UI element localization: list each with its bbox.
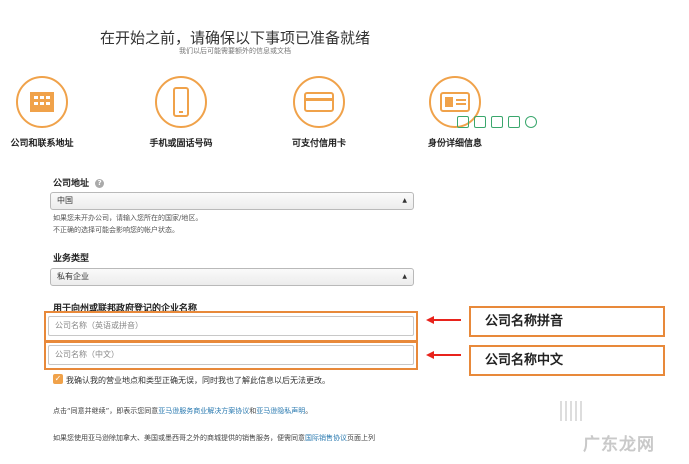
address-hint-2: 不正确的选择可能会影响您的帐户状态。: [53, 226, 179, 234]
phone-icon: [173, 87, 189, 117]
confirm-text: 我确认我的营业地点和类型正确无误，同时我也了解此信息以后无法更改。: [66, 376, 330, 385]
step-label: 身份详细信息: [427, 139, 482, 149]
step-company-address: 公司和联系地址: [0, 76, 92, 149]
callout-chinese: 公司名称中文: [469, 345, 665, 376]
credit-card-icon: [304, 92, 334, 112]
floating-toolbar: [443, 114, 551, 130]
share-icon[interactable]: [508, 116, 520, 128]
address-label: 公司地址 ?: [53, 176, 105, 189]
address-hint-1: 如果您未开办公司，请输入您所在的国家/地区。: [53, 214, 203, 222]
step-credit-card: 可支付信用卡: [269, 76, 369, 149]
step-phone: 手机或固话号码: [131, 76, 231, 149]
credit-card-icon-circle: [293, 76, 345, 128]
fullscreen-icon[interactable]: [474, 116, 486, 128]
intl-sales-text-2: 页面上列: [347, 434, 375, 442]
building-icon: [30, 92, 54, 112]
address-label-text: 公司地址: [53, 179, 90, 189]
phone-view-icon[interactable]: [457, 116, 469, 128]
id-card-icon: [440, 92, 470, 112]
business-type-select[interactable]: 私有企业 ▲: [50, 268, 414, 286]
arrow-line-pinyin: [432, 319, 461, 321]
intl-sales-text: 如果您使用亚马逊除加拿大、美国或墨西哥之外的商城提供的销售服务，便需同意国际销售…: [53, 433, 375, 443]
address-select-value: 中国: [57, 196, 73, 205]
select-caret-icon: ▲: [402, 197, 407, 204]
step-label: 公司和联系地址: [10, 139, 74, 149]
page-subtitle: 我们以后可能需要额外的信息或文档: [179, 47, 291, 55]
intl-sales-link[interactable]: 国际销售协议: [305, 434, 347, 442]
settings-icon[interactable]: [525, 116, 537, 128]
agreement-text-3: 。: [305, 407, 313, 415]
page-title: 在开始之前，请确保以下事项已准备就绪: [99, 29, 370, 47]
step-label: 手机或固话号码: [149, 139, 213, 149]
building-icon-circle: [16, 76, 68, 128]
intl-sales-text-1: 如果您使用亚马逊除加拿大、美国或墨西哥之外的商城提供的销售服务，便需同意: [53, 434, 305, 442]
agreement-text-1: 点击“同意并继续”，即表示您同意: [53, 407, 159, 415]
agreement-text: 点击“同意并继续”，即表示您同意亚马逊服务商业解决方案协议和亚马逊隐私声明。: [53, 406, 312, 416]
watermark: 广东龙网: [583, 435, 655, 455]
save-icon[interactable]: [491, 116, 503, 128]
address-select[interactable]: 中国 ▲: [50, 192, 414, 210]
select-caret-icon: ▲: [402, 273, 407, 280]
watermark-logo: [560, 401, 584, 421]
step-label: 可支付信用卡: [291, 139, 346, 149]
help-icon[interactable]: ?: [95, 179, 105, 188]
confirm-checkbox[interactable]: ✓: [53, 374, 63, 384]
agreement-link-bsa[interactable]: 亚马逊服务商业解决方案协议: [158, 407, 249, 415]
agreement-link-privacy[interactable]: 亚马逊隐私声明: [256, 407, 305, 415]
arrow-line-chinese: [432, 354, 461, 356]
phone-icon-circle: [155, 76, 207, 128]
callout-pinyin: 公司名称拼音: [469, 306, 665, 337]
company-name-pinyin-input[interactable]: 公司名称（英语或拼音）: [48, 316, 414, 336]
business-type-label: 业务类型: [53, 254, 90, 264]
company-name-chinese-input[interactable]: 公司名称（中文）: [48, 345, 414, 365]
business-type-value: 私有企业: [57, 272, 89, 281]
step-identity: 身份详细信息: [405, 76, 505, 149]
